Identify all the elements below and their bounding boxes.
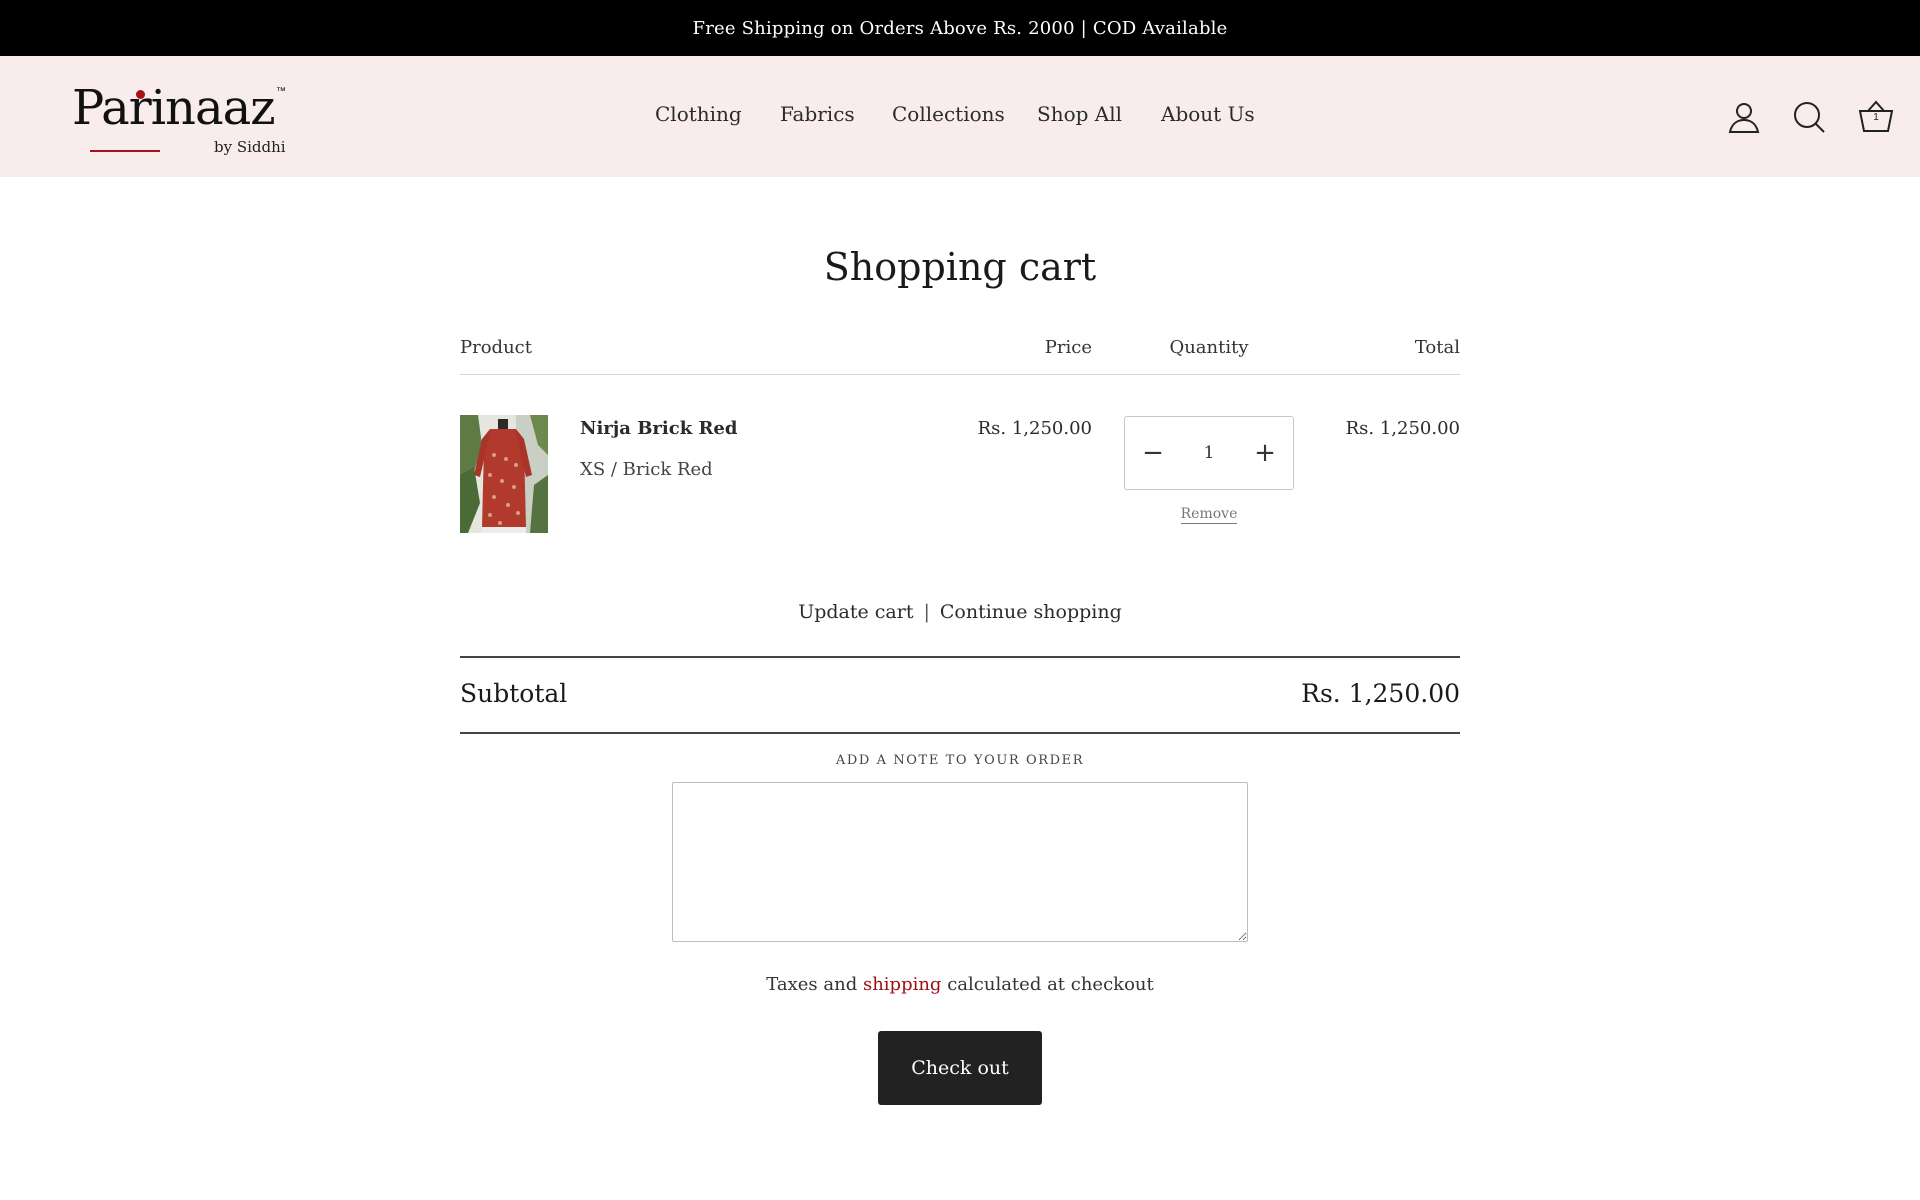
product-variant: XS / Brick Red [580,459,713,480]
remove-item-label: Remove [1180,506,1238,524]
nav-collections[interactable]: Collections [892,102,1005,126]
user-icon[interactable] [1726,99,1762,135]
product-image[interactable] [460,415,548,533]
shipping-link[interactable]: shipping [863,974,942,995]
nav-about-us[interactable]: About Us [1161,102,1255,126]
product-price: Rs. 1,250.00 [977,418,1092,439]
increase-quantity-button[interactable]: + [1237,417,1293,489]
order-note-label: ADD A NOTE TO YOUR ORDER [835,753,1085,768]
announcement-text: Free Shipping on Orders Above Rs. 2000 |… [692,17,1228,39]
column-header-quantity: Quantity [1169,337,1249,358]
nav-shop-all[interactable]: Shop All [1037,102,1122,126]
continue-shopping-link[interactable]: Continue shopping [940,601,1122,623]
subtotal-value: Rs. 1,250.00 [1301,679,1460,708]
announcement-bar: Free Shipping on Orders Above Rs. 2000 |… [0,0,1920,56]
line-item-total: Rs. 1,250.00 [1345,418,1460,439]
update-cart-link[interactable]: Update cart [798,601,913,623]
quantity-stepper: − + [1124,416,1294,490]
column-header-product: Product [460,337,532,358]
table-header-divider [460,374,1460,375]
product-name[interactable]: Nirja Brick Red [580,418,737,439]
cart-actions: Update cart | Continue shopping [460,601,1460,623]
column-header-price: Price [1044,337,1092,358]
nav-fabrics[interactable]: Fabrics [780,102,855,126]
tax-notice: Taxes and shipping calculated at checkou… [460,974,1460,995]
page-title: Shopping cart [823,245,1097,289]
subtotal-bottom-divider [460,732,1460,734]
main-nav: Clothing Fabrics Collections Shop All Ab… [0,56,1920,177]
tax-suffix: calculated at checkout [947,974,1154,995]
tax-prefix: Taxes and [766,974,858,995]
checkout-button[interactable]: Check out [878,1031,1042,1105]
order-note-textarea[interactable] [672,782,1248,942]
decrease-quantity-button[interactable]: − [1125,417,1181,489]
site-header: Parinaaz ™ by Siddhi Clothing Fabrics Co… [0,56,1920,177]
cart-count-badge: 1 [1873,112,1879,123]
search-icon[interactable] [1791,99,1827,135]
subtotal-label: Subtotal [460,679,568,708]
remove-item-link[interactable]: Remove [1124,506,1294,524]
nav-clothing[interactable]: Clothing [655,102,742,126]
actions-separator: | [923,601,930,623]
column-header-total: Total [1414,337,1460,358]
subtotal-top-divider [460,656,1460,658]
quantity-input[interactable] [1181,435,1237,471]
basket-icon[interactable]: 1 [1858,99,1894,135]
